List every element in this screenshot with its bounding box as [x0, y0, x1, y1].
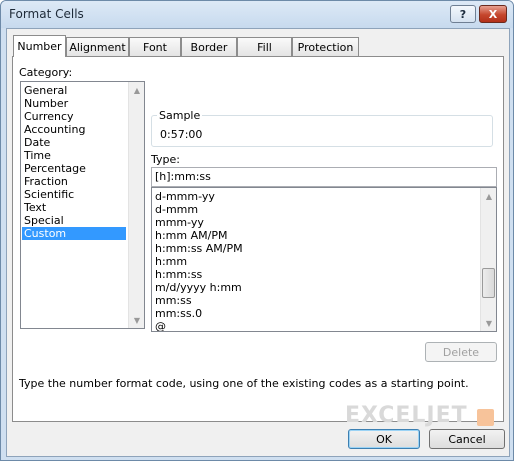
- type-item[interactable]: mm:ss.0: [153, 307, 479, 320]
- exceljet-watermark: EXCELJET: [345, 403, 468, 428]
- format-cells-dialog: Format Cells ? X Number Alignment Font B…: [0, 0, 514, 461]
- category-item-text[interactable]: Text: [22, 201, 126, 214]
- category-item-general[interactable]: General: [22, 84, 126, 97]
- type-item[interactable]: mmm-yy: [153, 216, 479, 229]
- type-item[interactable]: h:mm:ss AM/PM: [153, 242, 479, 255]
- help-icon: ?: [459, 7, 467, 21]
- number-tab-panel: Category: General Number Currency Accoun…: [12, 56, 504, 422]
- type-list[interactable]: d-mmm-yy d-mmm mmm-yy h:mm AM/PM h:mm:ss…: [151, 187, 497, 332]
- scroll-thumb[interactable]: [482, 268, 495, 298]
- category-item-percentage[interactable]: Percentage: [22, 162, 126, 175]
- category-item-currency[interactable]: Currency: [22, 110, 126, 123]
- category-item-number[interactable]: Number: [22, 97, 126, 110]
- ok-button[interactable]: OK: [348, 429, 420, 449]
- type-label: Type:: [151, 153, 180, 166]
- format-description: Type the number format code, using one o…: [19, 377, 469, 390]
- category-item-scientific[interactable]: Scientific: [22, 188, 126, 201]
- tab-number[interactable]: Number: [13, 35, 66, 57]
- type-item[interactable]: d-mmm: [153, 203, 479, 216]
- tab-font[interactable]: Font: [129, 37, 181, 56]
- scroll-down-icon[interactable]: ▼: [129, 312, 144, 328]
- type-item[interactable]: h:mm AM/PM: [153, 229, 479, 242]
- scroll-up-icon[interactable]: ▲: [129, 82, 144, 98]
- tab-fill[interactable]: Fill: [237, 37, 292, 56]
- category-item-special[interactable]: Special: [22, 214, 126, 227]
- category-item-date[interactable]: Date: [22, 136, 126, 149]
- type-scrollbar[interactable]: ▲ ▼: [480, 188, 496, 331]
- sample-value: 0:57:00: [160, 128, 203, 141]
- tab-border[interactable]: Border: [181, 37, 237, 56]
- tab-protection[interactable]: Protection: [292, 37, 359, 56]
- tab-alignment[interactable]: Alignment: [66, 37, 129, 56]
- type-item[interactable]: mm:ss: [153, 294, 479, 307]
- help-button[interactable]: ?: [450, 5, 476, 23]
- scroll-up-icon[interactable]: ▲: [481, 188, 496, 204]
- type-item[interactable]: m/d/yyyy h:mm: [153, 281, 479, 294]
- category-scrollbar[interactable]: ▲ ▼: [128, 82, 144, 328]
- type-input[interactable]: [h]:mm:ss: [151, 167, 497, 187]
- category-label: Category:: [19, 66, 73, 79]
- dialog-title: Format Cells: [9, 7, 84, 21]
- cancel-button[interactable]: Cancel: [429, 429, 505, 449]
- category-item-accounting[interactable]: Accounting: [22, 123, 126, 136]
- delete-button[interactable]: Delete: [425, 342, 497, 362]
- dialog-client: Number Alignment Font Border Fill Protec…: [6, 28, 510, 457]
- type-item[interactable]: h:mm:ss: [153, 268, 479, 281]
- category-list[interactable]: General Number Currency Accounting Date …: [20, 81, 145, 329]
- scroll-down-icon[interactable]: ▼: [481, 315, 496, 331]
- title-bar: Format Cells ? X: [1, 1, 513, 28]
- type-item[interactable]: d-mmm-yy: [153, 190, 479, 203]
- type-item[interactable]: @: [153, 320, 479, 331]
- sample-label: Sample: [157, 109, 203, 122]
- category-item-time[interactable]: Time: [22, 149, 126, 162]
- type-item[interactable]: h:mm: [153, 255, 479, 268]
- exceljet-logo-icon: [477, 409, 494, 426]
- close-icon: X: [488, 7, 498, 21]
- category-item-fraction[interactable]: Fraction: [22, 175, 126, 188]
- close-button[interactable]: X: [479, 5, 507, 23]
- category-item-custom[interactable]: Custom: [22, 227, 126, 240]
